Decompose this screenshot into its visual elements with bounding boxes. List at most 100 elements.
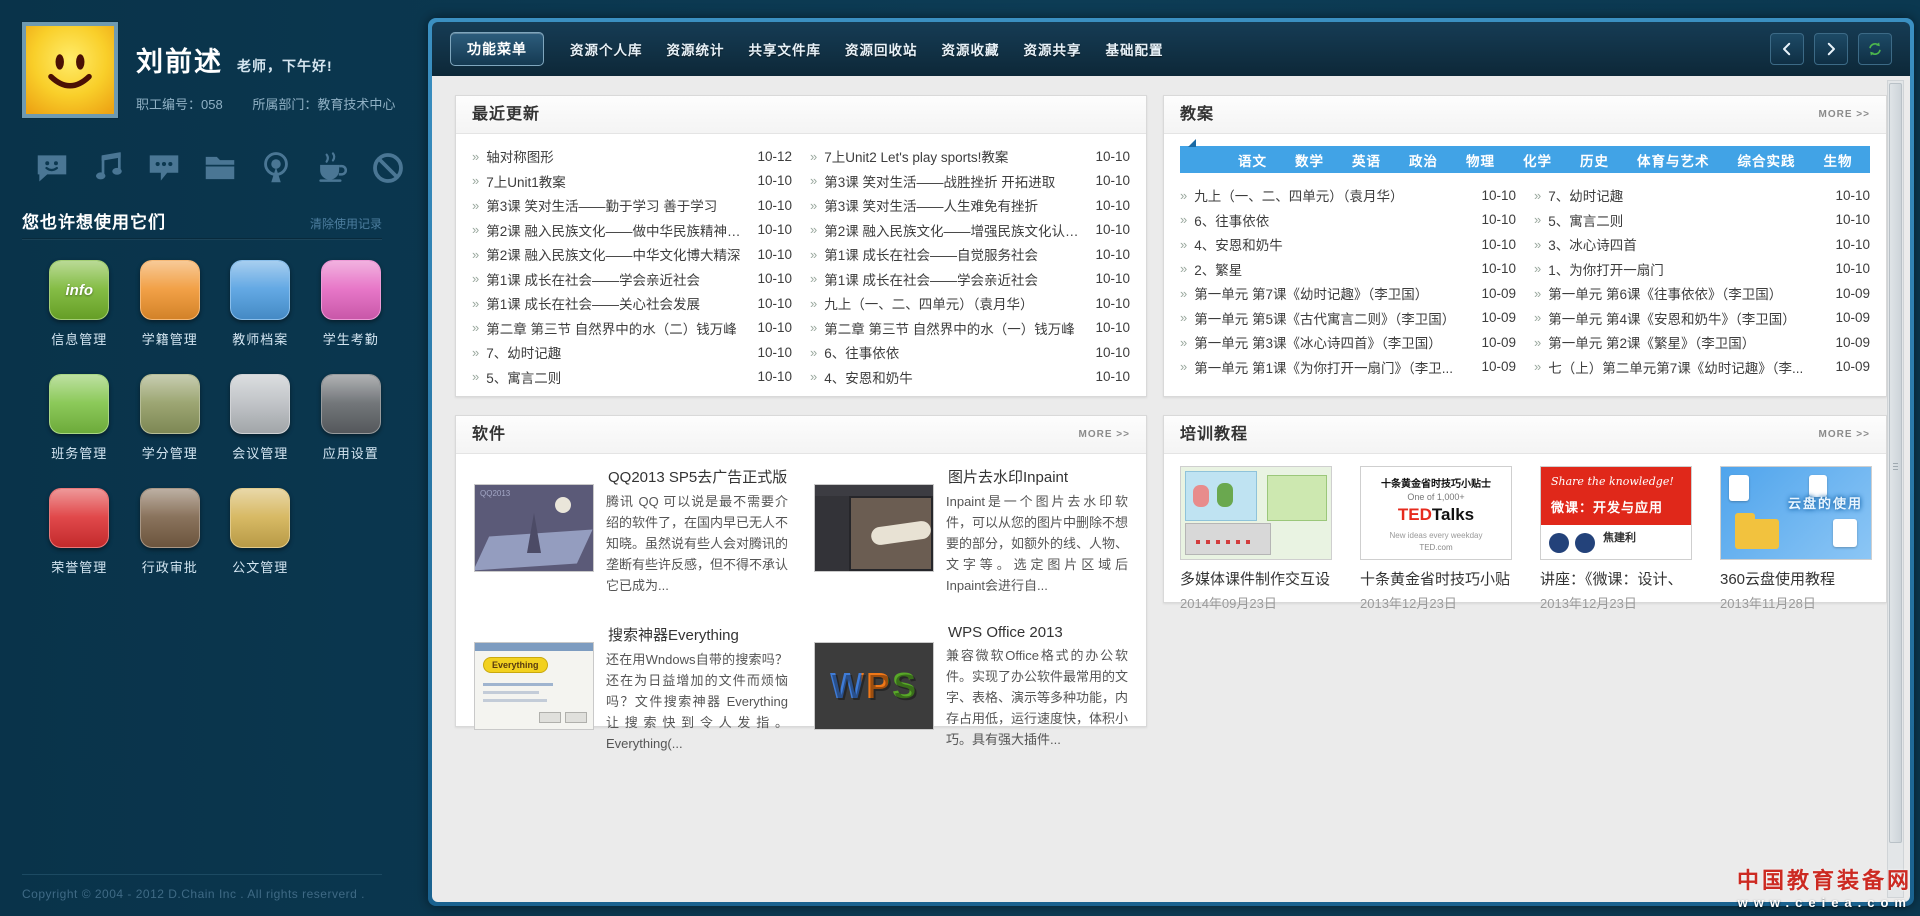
list-item[interactable]: 3、冰心诗四首 10-10 bbox=[1534, 232, 1870, 257]
app-shortcut[interactable]: 公文管理 bbox=[215, 488, 306, 576]
app-shortcut[interactable]: 应用设置 bbox=[306, 374, 397, 462]
list-item[interactable]: 第3课 笑对生活——战胜挫折 开拓进取 10-10 bbox=[810, 169, 1130, 194]
list-item[interactable]: 6、往事依依 10-10 bbox=[810, 340, 1130, 365]
more-link[interactable]: MORE >> bbox=[1079, 416, 1130, 453]
app-shortcut[interactable]: 教师档案 bbox=[215, 260, 306, 348]
training-title[interactable]: 十条黄金省时技巧小贴 bbox=[1360, 568, 1510, 589]
list-item[interactable]: 5、寓言二则 10-10 bbox=[472, 365, 792, 390]
list-item[interactable]: 第一单元 第6课《往事依依》（李卫国） 10-09 bbox=[1534, 281, 1870, 306]
list-item[interactable]: 4、安恩和奶牛 10-10 bbox=[1180, 232, 1516, 257]
list-item[interactable]: 第1课 成长在社会——学会亲近社会 10-10 bbox=[810, 267, 1130, 292]
scrollbar-thumb[interactable] bbox=[1889, 83, 1902, 843]
item-title: 第二章 第三节 自然界中的水（一）钱万峰 bbox=[824, 321, 1075, 337]
list-item[interactable]: 第一单元 第7课《幼时记趣》（李卫国） 10-09 bbox=[1180, 281, 1516, 306]
list-item[interactable]: 1、为你打开一扇门 10-10 bbox=[1534, 257, 1870, 282]
list-item[interactable]: 九上（一、二、四单元）（袁月华） 10-10 bbox=[1180, 183, 1516, 208]
subject-tab[interactable]: 数学 bbox=[1295, 150, 1324, 170]
app-shortcut[interactable]: 行政审批 bbox=[125, 488, 216, 576]
list-item[interactable]: 6、往事依依 10-10 bbox=[1180, 208, 1516, 233]
list-item[interactable]: 第二章 第三节 自然界中的水（二）钱万峰 10-10 bbox=[472, 316, 792, 341]
list-item[interactable]: 7上Unit2 Let's play sports!教案 10-10 bbox=[810, 144, 1130, 169]
message-smiley-icon[interactable] bbox=[30, 146, 74, 190]
list-item[interactable]: 第3课 笑对生活——人生难免有挫折 10-10 bbox=[810, 193, 1130, 218]
software-item-inpaint[interactable]: 图片去水印Inpaint Inpaint是一个图片去水印软件，可以从您的图片中删… bbox=[814, 466, 1128, 612]
training-title[interactable]: 讲座：《微课：设计、 bbox=[1540, 568, 1690, 589]
subject-tab[interactable]: 化学 bbox=[1523, 150, 1552, 170]
forward-button[interactable] bbox=[1814, 33, 1848, 65]
top-tab[interactable]: 资源收藏 bbox=[942, 39, 1000, 59]
more-link[interactable]: MORE >> bbox=[1819, 416, 1870, 453]
list-item[interactable]: 第一单元 第2课《繁星》（李卫国） 10-09 bbox=[1534, 330, 1870, 355]
subject-tab[interactable]: 历史 bbox=[1580, 150, 1609, 170]
list-item[interactable]: 第一单元 第1课《为你打开一扇门》（李卫... 10-09 bbox=[1180, 355, 1516, 380]
list-item[interactable]: 第3课 笑对生活——勤于学习 善于学习 10-10 bbox=[472, 193, 792, 218]
refresh-button[interactable] bbox=[1858, 33, 1892, 65]
list-item[interactable]: 7、幼时记趣 10-10 bbox=[472, 340, 792, 365]
top-tab[interactable]: 资源统计 bbox=[667, 39, 725, 59]
subject-tab[interactable]: 物理 bbox=[1466, 150, 1495, 170]
coffee-icon[interactable] bbox=[310, 146, 354, 190]
list-item[interactable]: 七（上）第二单元第7课《幼时记趣》（李... 10-09 bbox=[1534, 355, 1870, 380]
software-title[interactable]: 搜索神器Everything bbox=[608, 624, 788, 645]
list-item[interactable]: 第二章 第三节 自然界中的水（一）钱万峰 10-10 bbox=[810, 316, 1130, 341]
top-tab[interactable]: 资源共享 bbox=[1024, 39, 1082, 59]
clear-history-link[interactable]: 清除使用记录 bbox=[310, 215, 382, 232]
broadcast-icon[interactable] bbox=[254, 146, 298, 190]
app-shortcut[interactable]: 班务管理 bbox=[34, 374, 125, 462]
tab-function-menu[interactable]: 功能菜单 bbox=[450, 32, 544, 66]
training-title[interactable]: 360云盘使用教程 bbox=[1720, 568, 1870, 589]
training-item-weike[interactable]: Share the knowledge! 微课：开发与应用 焦建利 讲座：《微课… bbox=[1540, 466, 1692, 612]
list-item[interactable]: 第一单元 第4课《安恩和奶牛》（李卫国） 10-09 bbox=[1534, 306, 1870, 331]
music-icon[interactable] bbox=[86, 146, 130, 190]
app-shortcut[interactable]: 会议管理 bbox=[215, 374, 306, 462]
top-tab[interactable]: 资源回收站 bbox=[845, 39, 918, 59]
subject-tab[interactable]: 政治 bbox=[1409, 150, 1438, 170]
list-item[interactable]: 第一单元 第5课《古代寓言二则》（李卫国） 10-09 bbox=[1180, 306, 1516, 331]
list-item[interactable]: 轴对称图形 10-12 bbox=[472, 144, 792, 169]
app-shortcut[interactable]: 学分管理 bbox=[125, 374, 216, 462]
subject-tab[interactable]: 语文 bbox=[1238, 150, 1267, 170]
list-item[interactable]: 7、幼时记趣 10-10 bbox=[1534, 183, 1870, 208]
app-shortcut[interactable]: 荣誉管理 bbox=[34, 488, 125, 576]
subject-tab[interactable]: 生物 bbox=[1824, 150, 1853, 170]
training-item-cloud[interactable]: 云盘的使用 360云盘使用教程 2013年11月28日 bbox=[1720, 466, 1872, 612]
subject-tab[interactable]: 体育与艺术 bbox=[1637, 150, 1710, 170]
software-item-everything[interactable]: Everything 搜索神器Everything 还在用Wndows自带的搜索… bbox=[474, 624, 788, 770]
avatar[interactable] bbox=[22, 22, 118, 118]
vertical-scrollbar[interactable] bbox=[1887, 80, 1904, 898]
app-shortcut[interactable]: info 信息管理 bbox=[34, 260, 125, 348]
chat-dots-icon[interactable] bbox=[142, 146, 186, 190]
software-title[interactable]: 图片去水印Inpaint bbox=[948, 466, 1128, 487]
app-shortcut[interactable]: 学生考勤 bbox=[306, 260, 397, 348]
training-title[interactable]: 多媒体课件制作交互设 bbox=[1180, 568, 1330, 589]
item-date: 10-09 bbox=[1835, 310, 1870, 326]
list-item[interactable]: 第2课 融入民族文化——做中华民族精神的... 10-10 bbox=[472, 218, 792, 243]
list-item[interactable]: 第一单元 第3课《冰心诗四首》（李卫国） 10-09 bbox=[1180, 330, 1516, 355]
top-tab[interactable]: 共享文件库 bbox=[749, 39, 822, 59]
list-item[interactable]: 第1课 成长在社会——学会亲近社会 10-10 bbox=[472, 267, 792, 292]
folder-icon[interactable] bbox=[198, 146, 242, 190]
list-item[interactable]: 九上（一、二、四单元）（袁月华） 10-10 bbox=[810, 291, 1130, 316]
list-item[interactable]: 第2课 融入民族文化——增强民族文化认同感 10-10 bbox=[810, 218, 1130, 243]
software-title[interactable]: WPS Office 2013 bbox=[948, 624, 1128, 641]
top-tab[interactable]: 基础配置 bbox=[1106, 39, 1164, 59]
subject-tab[interactable]: 英语 bbox=[1352, 150, 1381, 170]
top-tab[interactable]: 资源个人库 bbox=[570, 39, 643, 59]
training-item-ted[interactable]: 十条黄金省时技巧小贴士 One of 1,000+ TEDTalks New i… bbox=[1360, 466, 1512, 612]
software-item-wps[interactable]: WPS WPS Office 2013 兼容微软Office格式的办公软件。实现… bbox=[814, 624, 1128, 770]
list-item[interactable]: 7上Unit1教案 10-10 bbox=[472, 169, 792, 194]
list-item[interactable]: 第1课 成长在社会——自觉服务社会 10-10 bbox=[810, 242, 1130, 267]
more-link[interactable]: MORE >> bbox=[1819, 96, 1870, 133]
list-item[interactable]: 第1课 成长在社会——关心社会发展 10-10 bbox=[472, 291, 792, 316]
block-icon[interactable] bbox=[366, 146, 410, 190]
list-item[interactable]: 第2课 融入民族文化——中华文化博大精深 10-10 bbox=[472, 242, 792, 267]
training-item-multimedia[interactable]: 多媒体课件制作交互设 2014年09月23日 bbox=[1180, 466, 1332, 612]
subject-tab[interactable]: 综合实践 bbox=[1738, 150, 1796, 170]
list-item[interactable]: 5、寓言二则 10-10 bbox=[1534, 208, 1870, 233]
back-button[interactable] bbox=[1770, 33, 1804, 65]
list-item[interactable]: 2、繁星 10-10 bbox=[1180, 257, 1516, 282]
list-item[interactable]: 4、安恩和奶牛 10-10 bbox=[810, 365, 1130, 390]
software-title[interactable]: QQ2013 SP5去广告正式版 bbox=[608, 466, 788, 487]
software-item-qq[interactable]: QQ2013 QQ2013 SP5去广告正式版 腾讯 QQ 可以说是最不需要介绍… bbox=[474, 466, 788, 612]
app-shortcut[interactable]: 学籍管理 bbox=[125, 260, 216, 348]
